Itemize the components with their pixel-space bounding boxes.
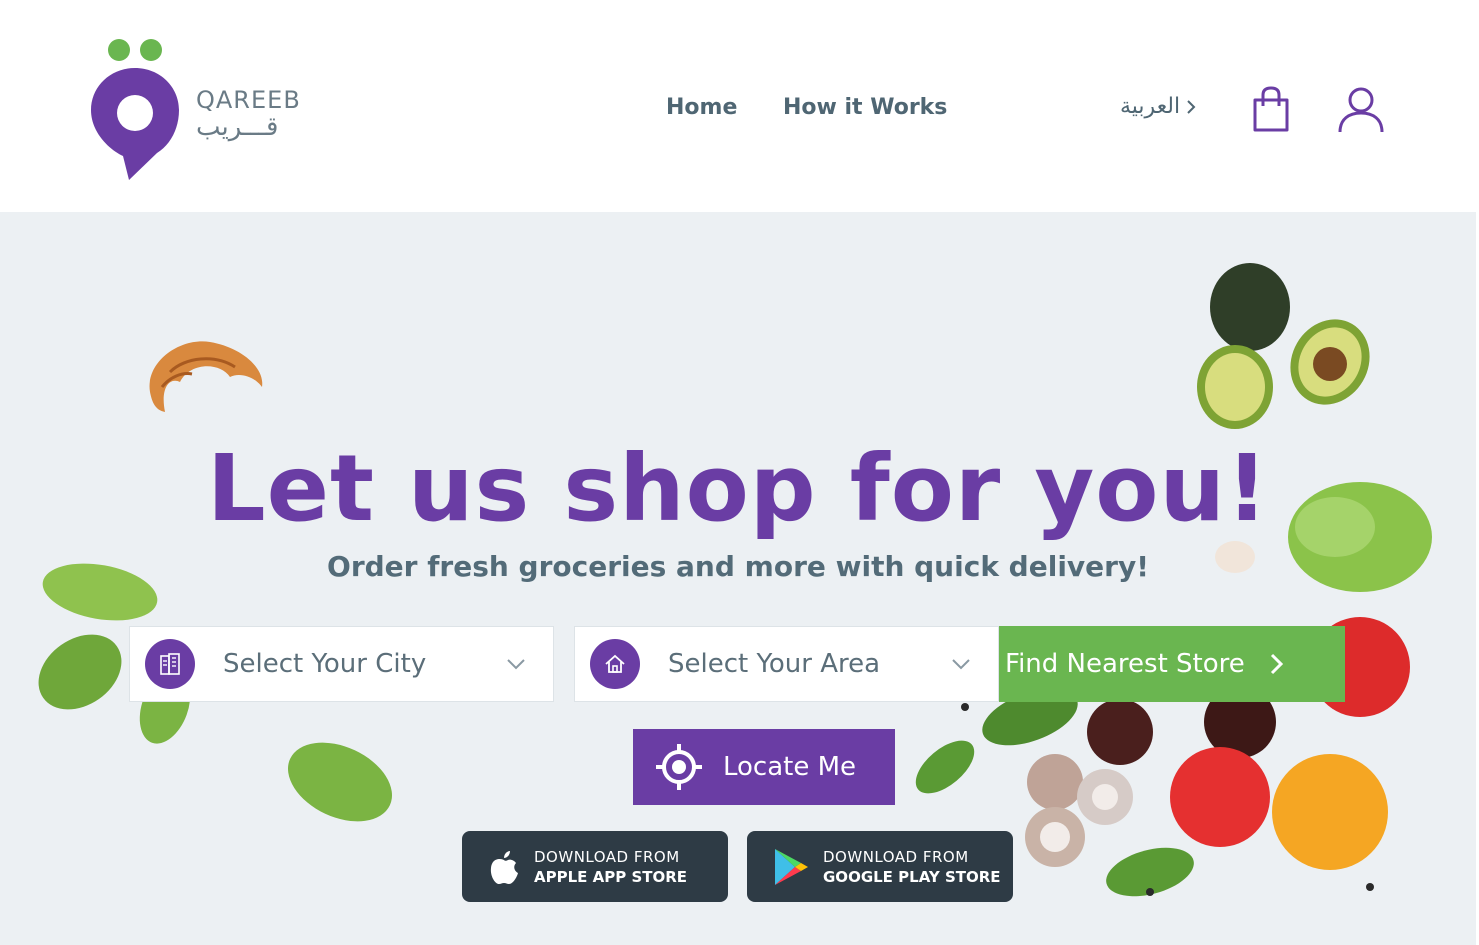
hero-section: Let us shop for you! Order fresh groceri… [0, 212, 1476, 945]
chevron-down-icon [507, 659, 525, 670]
crosshair-icon [656, 744, 702, 790]
apple-store-line2: APPLE APP STORE [534, 867, 688, 886]
google-play-icon [775, 848, 808, 885]
city-icon-badge [145, 639, 195, 689]
hero-subtitle: Order fresh groceries and more with quic… [327, 550, 1149, 583]
hero-title: Let us shop for you! [207, 435, 1269, 542]
google-store-line2: GOOGLE PLAY STORE [823, 867, 1001, 886]
locate-me-label: Locate Me [723, 752, 857, 782]
area-select[interactable]: Select Your Area [574, 626, 999, 702]
city-select[interactable]: Select Your City [129, 626, 554, 702]
logo-text-ar: قـــريب [196, 112, 279, 142]
google-store-text: DOWNLOAD FROM GOOGLE PLAY STORE [823, 848, 1001, 886]
apple-store-line1: DOWNLOAD FROM [534, 847, 680, 866]
language-label: العربية [1120, 94, 1181, 119]
avocado-image [1197, 263, 1370, 429]
building-icon [160, 653, 180, 675]
find-nearest-store-button[interactable]: Find Nearest Store [999, 626, 1345, 702]
city-select-label: Select Your City [223, 649, 427, 679]
logo-pin-icon [91, 39, 179, 180]
site-header: QAREEB قـــريب Home How it Works العربية [0, 0, 1479, 212]
apple-store-text: DOWNLOAD FROM APPLE APP STORE [534, 848, 687, 886]
locate-me-button[interactable]: Locate Me [633, 729, 895, 805]
nav-how-it-works-link[interactable]: How it Works [783, 95, 947, 120]
language-switch[interactable]: العربية [1120, 94, 1198, 119]
apple-icon [490, 850, 518, 884]
chevron-right-icon [1187, 99, 1196, 114]
nav-home-link[interactable]: Home [666, 95, 737, 120]
shopping-bag-icon [1253, 86, 1289, 132]
cart-button[interactable] [1245, 84, 1297, 136]
logo-text-en: QAREEB [196, 86, 301, 114]
apple-app-store-button[interactable]: DOWNLOAD FROM APPLE APP STORE [462, 831, 728, 902]
find-nearest-store-label: Find Nearest Store [1005, 649, 1245, 679]
area-icon-badge [590, 639, 640, 689]
user-icon [1338, 87, 1384, 133]
croissant-image [149, 341, 263, 412]
chevron-down-icon [952, 659, 970, 670]
google-store-line1: DOWNLOAD FROM [823, 847, 969, 866]
home-icon [605, 654, 625, 673]
chevron-right-icon [1270, 653, 1283, 675]
google-play-store-button[interactable]: DOWNLOAD FROM GOOGLE PLAY STORE [747, 831, 1013, 902]
account-button[interactable] [1335, 84, 1387, 136]
area-select-label: Select Your Area [668, 649, 881, 679]
